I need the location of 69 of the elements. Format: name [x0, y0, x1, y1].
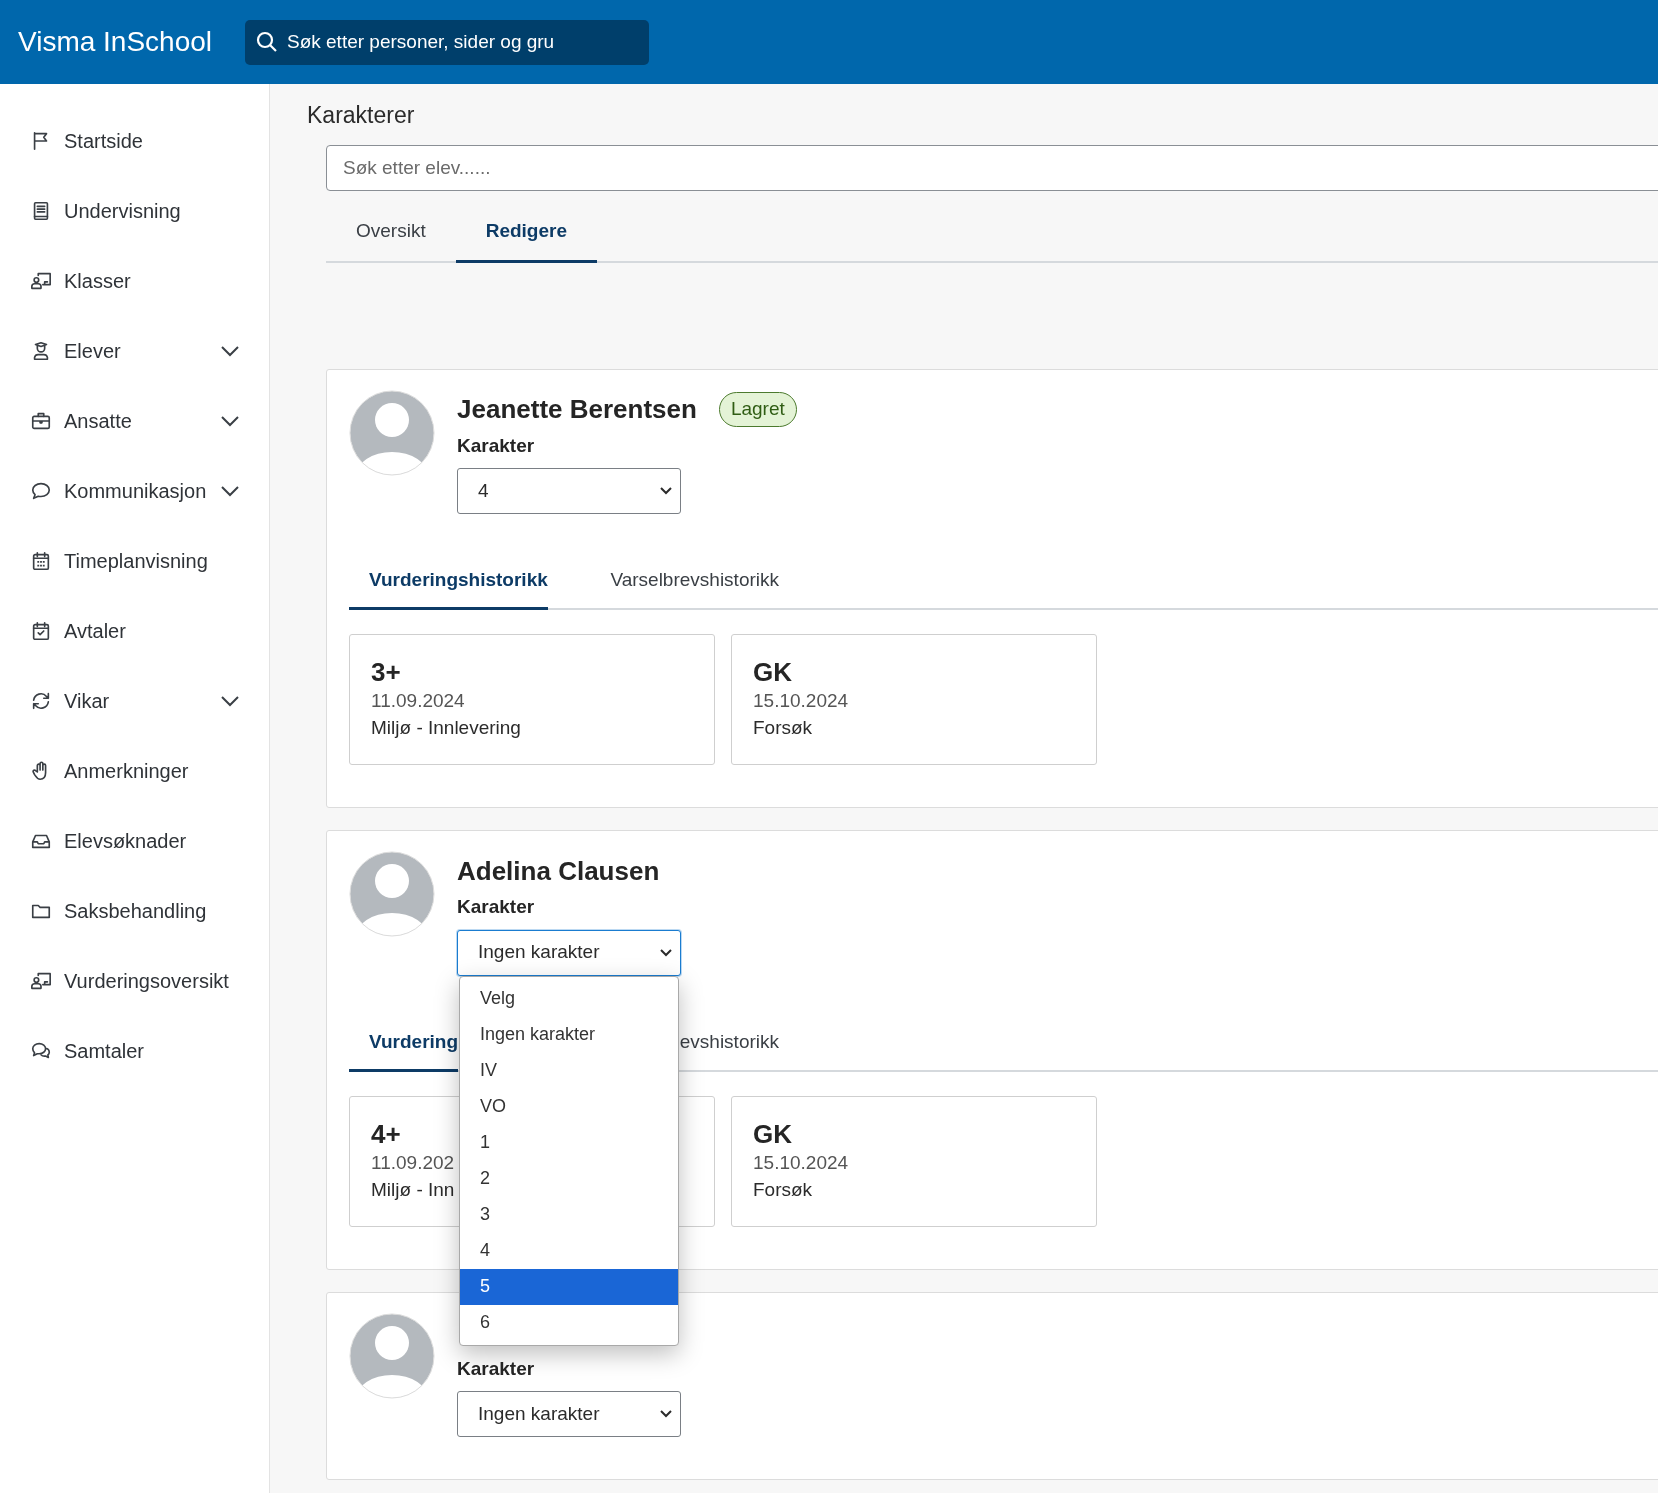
presentation-icon	[30, 270, 52, 292]
history-description: Forsøk	[753, 1177, 813, 1202]
history-date: 11.09.2024	[371, 689, 465, 713]
sidebar-item[interactable]: Timeplanvisning	[0, 526, 269, 596]
tab[interactable]: evshistorikk	[679, 1015, 779, 1072]
global-search-field[interactable]: Søk etter personer, sider og gru	[245, 19, 649, 65]
history-date: 15.10.2024	[753, 689, 849, 713]
tab[interactable]: Redigere	[455, 202, 597, 263]
history-grade: 4+	[371, 1118, 401, 1149]
sidebar-item[interactable]: Saksbehandling	[0, 876, 269, 946]
dropdown-option[interactable]: IV	[460, 1052, 678, 1089]
grade-select[interactable]: Ingen karakter	[457, 1391, 681, 1437]
avatar-icon	[349, 851, 435, 937]
sidebar-item[interactable]: Kommunikasjon	[0, 456, 269, 526]
chevron-down-icon	[660, 948, 672, 957]
sidebar-item[interactable]: Ansatte	[0, 386, 269, 456]
chevron-down-icon	[660, 487, 672, 495]
status-badge: Lagret	[718, 392, 797, 427]
student-name: Jeanette Berentsen	[457, 393, 697, 426]
sidebar-item[interactable]: Elevsøknader	[0, 806, 269, 876]
dropdown-option[interactable]: 3	[460, 1196, 678, 1233]
sidebar-item[interactable]: Vikar	[0, 666, 269, 736]
calendar-icon	[30, 550, 52, 572]
history-description: Miljø - Inn	[371, 1177, 455, 1202]
sidebar-item[interactable]: Anmerkninger	[0, 736, 269, 806]
history-description: Forsøk	[753, 716, 813, 740]
dropdown-option[interactable]: 4	[460, 1232, 678, 1269]
sidebar-item[interactable]: Elever	[0, 316, 269, 386]
app-title: Visma InSchool	[17, 25, 214, 59]
dropdown-option[interactable]: VO	[460, 1088, 678, 1125]
history-date: 11.09.202	[371, 1150, 455, 1175]
dropdown-option[interactable]: Velg	[460, 980, 678, 1017]
history-grade: GK	[753, 657, 792, 687]
history-grade: GK	[753, 1118, 792, 1149]
dropdown-option[interactable]: Ingen karakter	[460, 1016, 678, 1053]
avatar-icon	[349, 1312, 435, 1399]
grade-select[interactable]: 4	[457, 468, 681, 514]
tab[interactable]: Varselbrevshistorikk	[610, 554, 779, 610]
grade-label: Karakter	[457, 433, 535, 458]
sidebar-item[interactable]: Klasser	[0, 246, 269, 316]
grade-label: Karakter	[457, 895, 535, 919]
briefcase-icon	[30, 410, 52, 432]
chevron-down-icon	[660, 1410, 672, 1418]
search-icon	[255, 29, 279, 54]
student-name: Adelina Clausen	[457, 854, 660, 888]
dropdown-option[interactable]: 2	[460, 1160, 678, 1197]
sidebar-item[interactable]: Startside	[0, 106, 269, 176]
grade-label: Karakter	[457, 1356, 535, 1381]
grade-select[interactable]: Ingen karakter	[457, 929, 681, 976]
refresh-icon	[30, 690, 52, 712]
history-date: 15.10.2024	[753, 1150, 849, 1175]
student-search-field[interactable]: Søk etter elev......	[326, 144, 1658, 191]
calendar-check-icon	[30, 620, 52, 642]
history-grade: 3+	[371, 657, 401, 687]
avatar-icon	[349, 389, 435, 476]
dropdown-option[interactable]: 1	[460, 1124, 678, 1161]
dropdown-option[interactable]: 6	[460, 1304, 678, 1341]
history-description: Miljø - Innlevering	[371, 716, 521, 740]
sidebar-item[interactable]: Vurderingsoversikt	[0, 946, 269, 1016]
sidebar-item[interactable]: Avtaler	[0, 596, 269, 666]
speech-bubble-icon	[30, 480, 52, 502]
sidebar-item[interactable]: Undervisning	[0, 176, 269, 246]
tab[interactable]: Vurderingshistorikk	[349, 554, 548, 610]
tab[interactable]: Vurdering	[349, 1015, 459, 1072]
tab[interactable]: Oversikt	[326, 202, 456, 263]
presentation-icon	[30, 970, 52, 992]
sidebar-item[interactable]: Samtaler	[0, 1016, 269, 1086]
page-title: Karakterer	[307, 101, 415, 130]
dropdown-option[interactable]: 5	[460, 1268, 678, 1305]
